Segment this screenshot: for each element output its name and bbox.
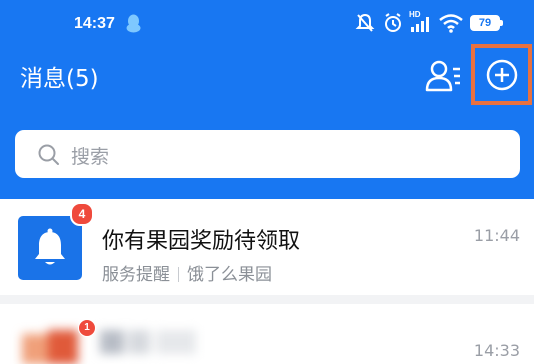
unread-badge: 1	[78, 319, 96, 337]
mute-icon	[355, 13, 375, 32]
status-bar: 14:37 HD 79	[0, 0, 534, 46]
search-placeholder: 搜索	[71, 146, 110, 168]
message-subtitle: 服务提醒 饿了么果园	[102, 260, 272, 285]
add-button-highlight[interactable]	[471, 44, 532, 105]
battery-indicator: 79	[470, 15, 503, 31]
signal-icon	[411, 17, 429, 32]
contacts-icon[interactable]	[423, 57, 463, 97]
plus-circle-icon[interactable]	[486, 59, 518, 91]
page-title: 消息(5)	[20, 66, 99, 92]
divider	[178, 267, 179, 282]
message-item[interactable]: 4 你有果园奖励待领取 服务提醒 饿了么果园 11:44	[0, 199, 534, 295]
unread-badge: 4	[70, 202, 94, 226]
service-avatar	[18, 216, 82, 280]
alarm-icon	[385, 13, 401, 32]
message-time: 14:33	[473, 341, 520, 360]
message-title: 你有果园奖励待领取	[102, 229, 301, 254]
message-source: 服务提醒	[102, 265, 170, 285]
search-bar[interactable]: 搜索	[15, 130, 520, 178]
status-time: 14:37	[74, 15, 115, 32]
blurred-title	[100, 324, 230, 354]
message-time: 11:44	[473, 226, 520, 245]
wifi-icon	[439, 14, 463, 33]
qq-penguin-icon	[126, 14, 141, 33]
bell-icon	[35, 228, 65, 265]
message-sender: 饿了么果园	[187, 265, 272, 285]
header: 14:37 HD 79 消息(5) 搜索	[0, 0, 534, 199]
message-item[interactable]: 1 14:33	[0, 304, 534, 364]
search-icon	[38, 144, 59, 165]
blurred-avatar	[22, 320, 82, 364]
